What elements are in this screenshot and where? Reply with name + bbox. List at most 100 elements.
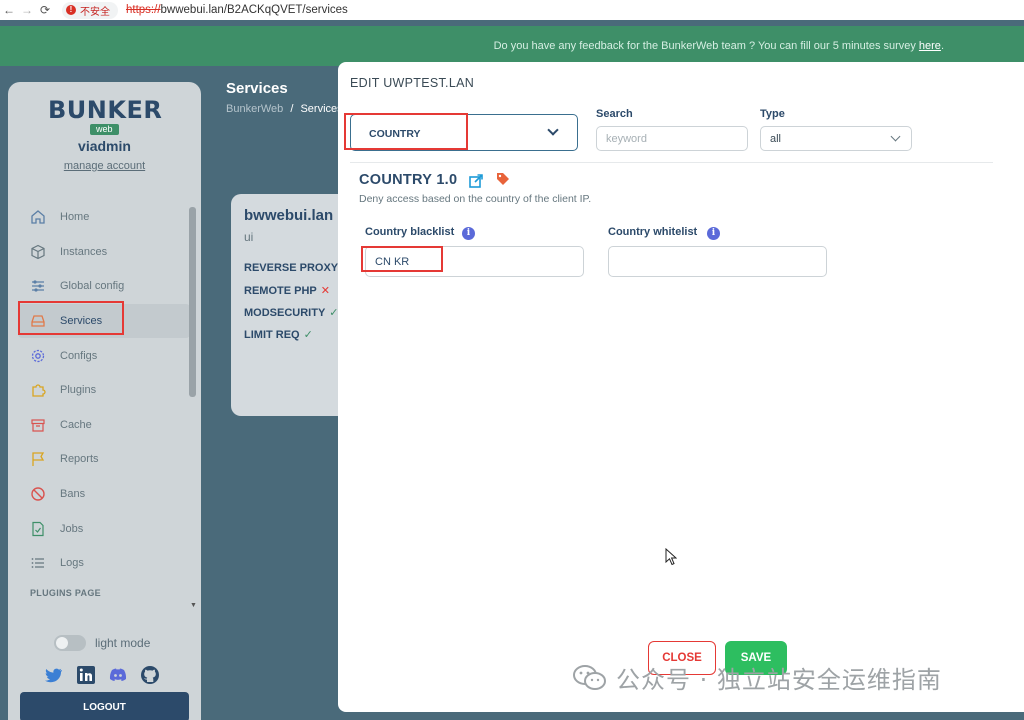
sidebar-item-global-config[interactable]: Global config <box>18 269 190 304</box>
sidebar-item-label: Instances <box>60 245 108 258</box>
light-mode-toggle[interactable]: light mode <box>54 635 150 651</box>
breadcrumb-current: Services <box>300 103 343 115</box>
reload-icon[interactable]: ⟳ <box>36 3 54 17</box>
twitter-icon[interactable] <box>44 665 64 685</box>
chevron-down-icon <box>547 124 559 136</box>
breadcrumb: BunkerWeb / Services <box>226 103 343 115</box>
feature-row: MODSECURITY ✓ <box>244 306 351 328</box>
blacklist-label: Country blacklist <box>365 226 455 238</box>
cross-icon: ✕ <box>320 285 330 297</box>
feature-label: MODSECURITY <box>244 307 326 319</box>
tag-icon[interactable] <box>496 172 510 186</box>
sidebar-item-label: Bans <box>60 488 86 501</box>
security-badge[interactable]: ! 不安全 <box>62 1 118 19</box>
sidebar-item-home[interactable]: Home <box>18 200 190 235</box>
manage-account-link[interactable]: manage account <box>8 160 201 172</box>
service-subtitle: ui <box>244 230 254 244</box>
banner-end: . <box>940 40 944 52</box>
url-protocol: https:// <box>126 4 161 16</box>
service-features: REVERSE PROXY REMOTE PHP ✕ MODSECURITY ✓ L… <box>244 262 351 350</box>
feedback-banner: Do you have any feedback for the BunkerW… <box>0 26 1024 66</box>
sidebar-item-label: Configs <box>60 349 98 362</box>
sidebar-menu: Home Instances Global config Services Co… <box>18 200 190 581</box>
username: viadmin <box>78 138 131 154</box>
cube-icon <box>31 244 45 260</box>
sidebar-item-cache[interactable]: Cache <box>18 408 190 443</box>
sidebar-item-label: Jobs <box>60 522 84 535</box>
warning-icon: ! <box>66 5 76 15</box>
search-placeholder: keyword <box>606 132 647 145</box>
archive-icon <box>31 419 45 432</box>
list-icon <box>31 558 44 569</box>
feature-row: REMOTE PHP ✕ <box>244 284 351 306</box>
github-icon[interactable] <box>140 665 160 685</box>
check-icon: ✓ <box>303 329 313 341</box>
service-card[interactable]: bwwebui.lan ui REVERSE PROXY REMOTE PHP ✕… <box>231 194 351 416</box>
country-whitelist-input[interactable] <box>608 246 827 277</box>
blacklist-highlight-box <box>361 246 443 272</box>
security-label: 不安全 <box>80 6 110 18</box>
sidebar-item-label: Home <box>60 211 90 224</box>
toggle-switch[interactable] <box>54 635 86 651</box>
service-name: bwwebui.lan <box>244 207 334 224</box>
external-link-icon[interactable] <box>469 174 483 188</box>
chevron-down-icon <box>890 131 901 142</box>
sidebar-item-configs[interactable]: Configs <box>18 338 190 373</box>
sidebar-item-bans[interactable]: Bans <box>18 477 190 512</box>
feature-row: LIMIT REQ ✓ <box>244 328 351 350</box>
divider <box>350 162 993 163</box>
flag-icon <box>32 452 45 467</box>
search-input[interactable]: keyword <box>596 126 748 151</box>
social-links <box>44 665 160 685</box>
plugin-description: Deny access based on the country of the … <box>359 193 592 205</box>
feature-row: REVERSE PROXY <box>244 262 351 284</box>
scroll-down-arrow[interactable]: ▼ <box>190 602 197 609</box>
logo-sub: web <box>90 124 119 135</box>
browser-toolbar: ← → ⟳ ! 不安全 https://bwwebui.lan/B2ACKqQV… <box>0 0 1024 20</box>
type-select[interactable]: all <box>760 126 912 151</box>
plugins-page-heading: PLUGINS PAGE <box>30 588 101 598</box>
url-path: bwwebui.lan/B2ACKqQVET/services <box>160 4 348 16</box>
type-select-value: all <box>770 132 782 145</box>
sidebar: BUNKER web viadmin manage account Home I… <box>8 82 201 720</box>
sidebar-item-reports[interactable]: Reports <box>18 442 190 477</box>
search-label: Search <box>596 108 633 120</box>
sidebar-item-label: Global config <box>60 280 125 293</box>
ban-icon <box>31 487 45 501</box>
sidebar-scrollbar[interactable] <box>189 207 196 397</box>
sidebar-item-label: Plugins <box>60 384 97 397</box>
sidebar-item-logs[interactable]: Logs <box>18 546 190 581</box>
sidebar-item-label: Cache <box>60 418 92 431</box>
forward-icon[interactable]: → <box>18 3 36 17</box>
breadcrumb-root[interactable]: BunkerWeb <box>226 103 283 115</box>
discord-icon[interactable] <box>108 665 128 685</box>
logout-button[interactable]: LOGOUT <box>20 692 189 720</box>
plugin-select-highlight-box <box>344 113 468 150</box>
watermark: 公众号 · 独立站安全运维指南 <box>572 660 942 695</box>
info-icon[interactable]: i <box>707 227 720 240</box>
home-icon <box>31 210 45 224</box>
page-title: Services <box>226 80 288 97</box>
type-label: Type <box>760 108 785 120</box>
survey-link[interactable]: here <box>919 40 941 52</box>
wechat-icon <box>573 664 606 690</box>
back-icon[interactable]: ← <box>0 3 18 17</box>
logo-word: BUNKER <box>48 96 163 124</box>
feature-label: REMOTE PHP <box>244 285 317 297</box>
address-bar[interactable]: https://bwwebui.lan/B2ACKqQVET/services <box>126 4 348 16</box>
sidebar-item-label: Logs <box>60 557 84 570</box>
banner-text: Do you have any feedback for the BunkerW… <box>493 40 916 52</box>
linkedin-icon[interactable] <box>76 665 96 685</box>
sidebar-item-instances[interactable]: Instances <box>18 235 190 270</box>
services-highlight-box <box>18 301 124 335</box>
info-icon[interactable]: i <box>462 227 475 240</box>
sliders-icon <box>32 280 44 293</box>
whitelist-label: Country whitelist <box>608 226 698 238</box>
sidebar-item-plugins[interactable]: Plugins <box>18 373 190 408</box>
plugin-name: COUNTRY 1.0 <box>359 172 458 188</box>
watermark-text: 公众号 · 独立站安全运维指南 <box>616 666 942 694</box>
feature-label: LIMIT REQ <box>244 329 300 341</box>
light-mode-label: light mode <box>95 636 151 650</box>
file-check-icon <box>32 521 44 536</box>
sidebar-item-jobs[interactable]: Jobs <box>18 511 190 546</box>
